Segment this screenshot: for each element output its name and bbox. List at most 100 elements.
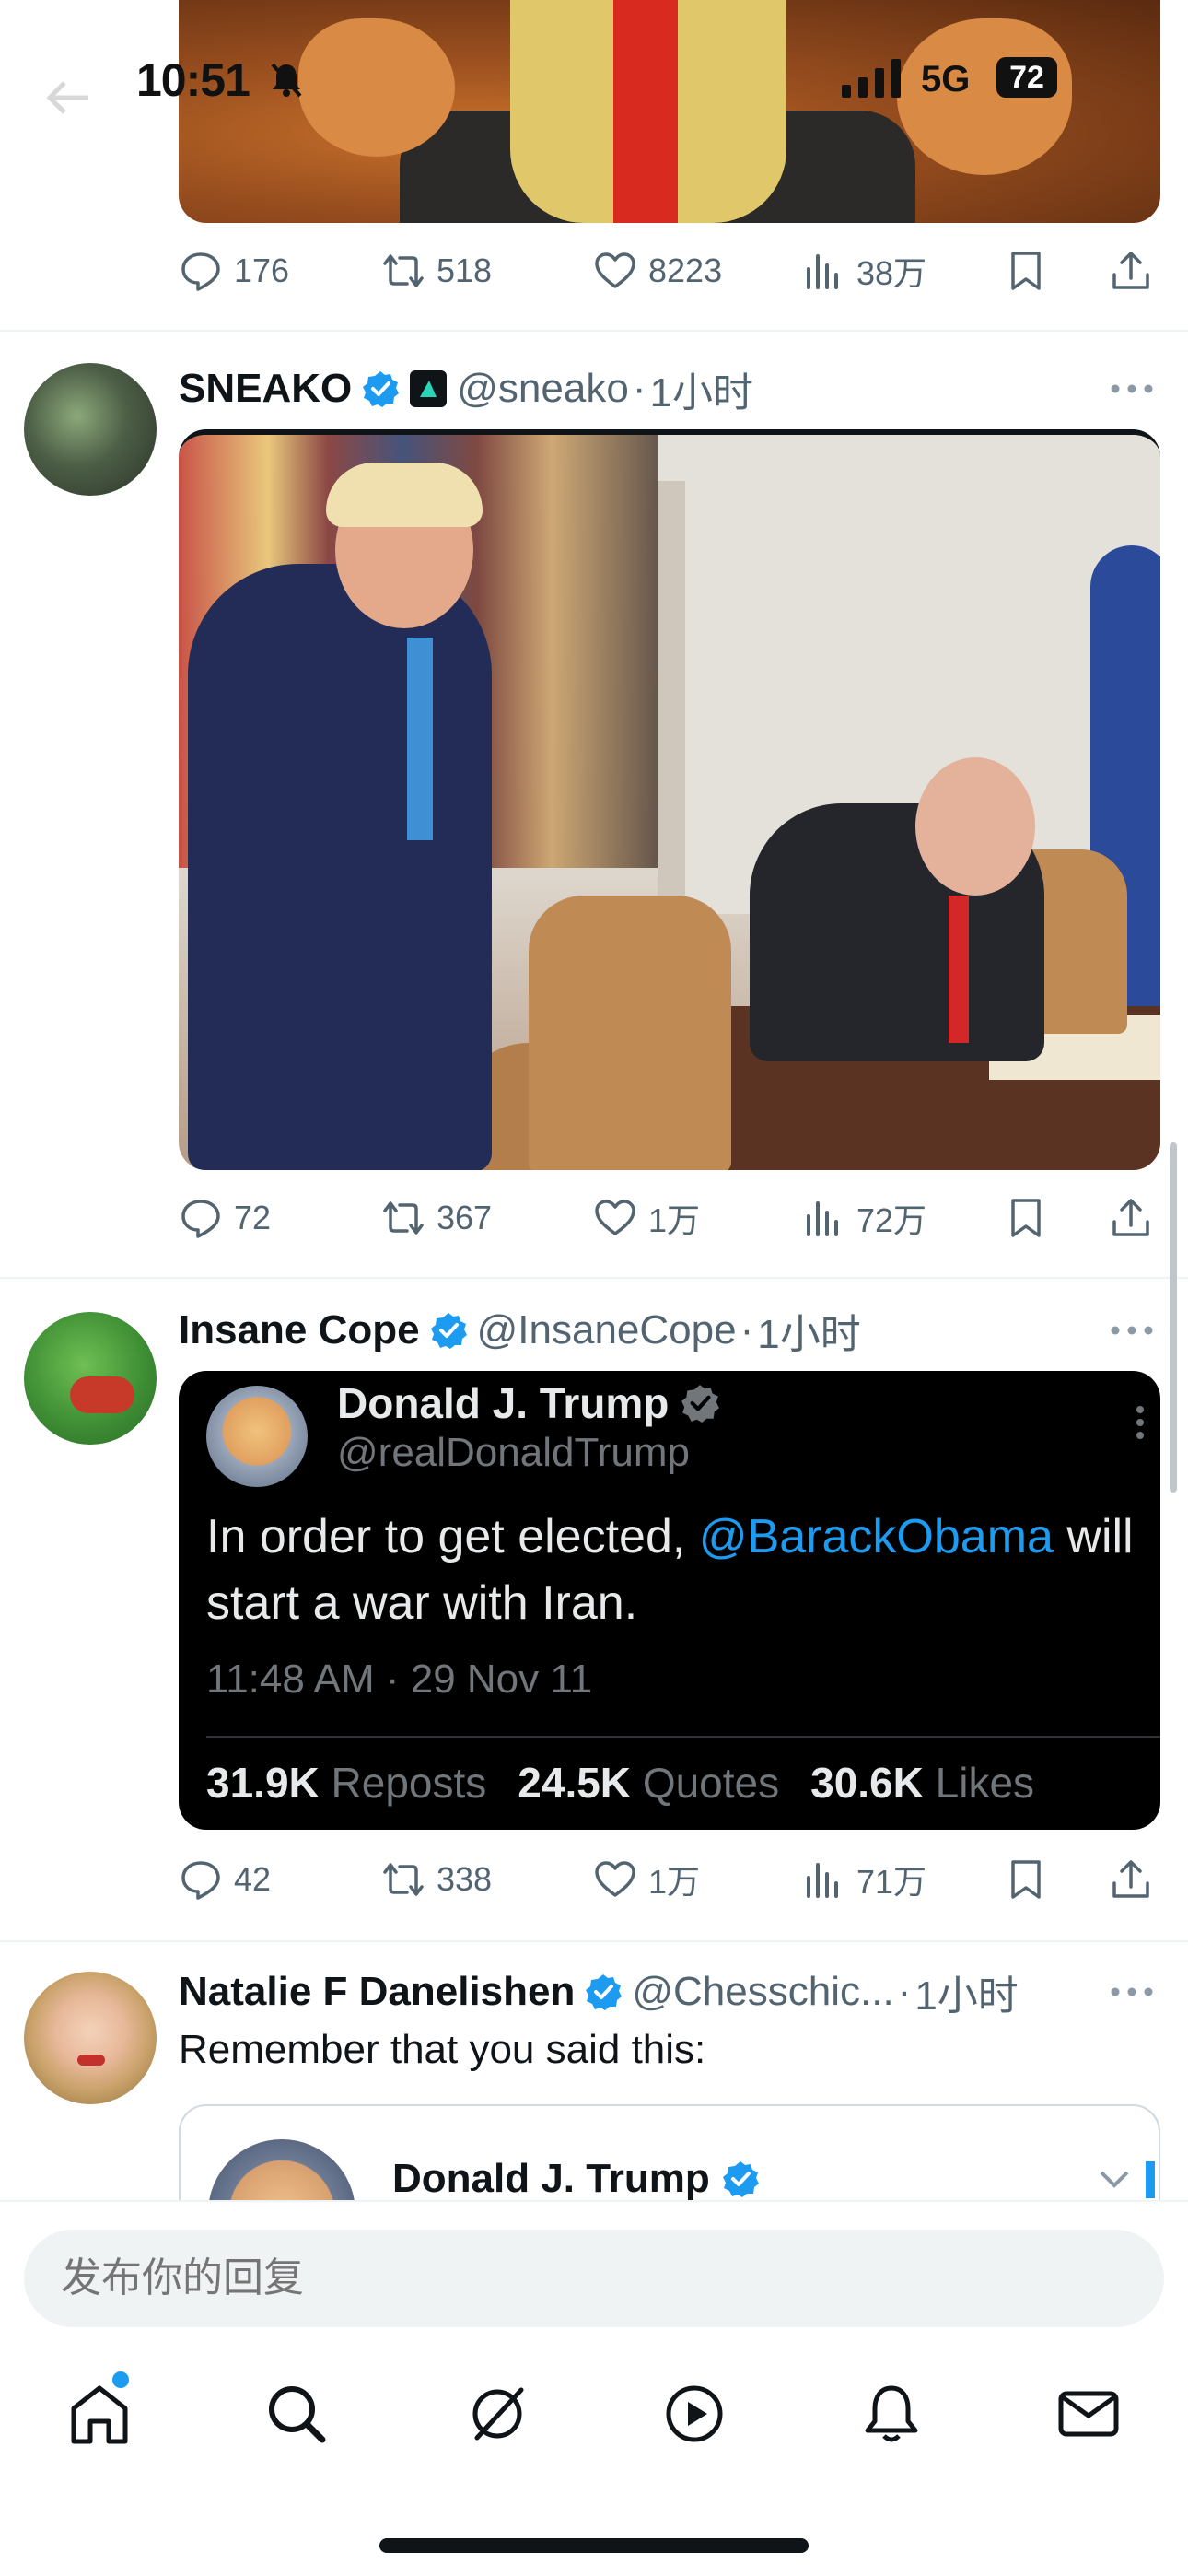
repost-count: 338 [437, 1860, 493, 1898]
reply-button[interactable]: 176 [179, 243, 289, 299]
grok-icon [472, 2387, 524, 2441]
back-arrow-icon[interactable] [44, 79, 90, 116]
share-button[interactable] [1109, 1190, 1153, 1246]
embedded-tweet-text: In order to get elected, @BarackObama wi… [206, 1510, 1134, 1630]
tweet-time[interactable]: 1小时 [914, 1962, 1018, 2021]
view-count: 72万 [856, 1201, 927, 1239]
like-count: 8223 [648, 252, 723, 289]
bookmark-button[interactable] [1004, 1190, 1048, 1246]
verified-badge-icon [681, 1385, 720, 1423]
view-count: 38万 [856, 254, 927, 292]
tab-grok[interactable] [460, 2377, 534, 2451]
repost-button[interactable]: 367 [381, 1190, 492, 1246]
network-type: 5G [921, 59, 971, 100]
avatar[interactable] [24, 1312, 157, 1445]
share-icon [1112, 1199, 1149, 1236]
video-icon [666, 2385, 723, 2442]
scrollbar[interactable] [1170, 1142, 1177, 1493]
chevron-down-icon [1100, 2171, 1129, 2188]
tweet-actions: 176 518 8223 38万 [179, 243, 1160, 299]
separator-dot: · [740, 1307, 754, 1352]
author-handle[interactable]: @sneako [457, 366, 629, 412]
tweet-actions: 42 338 1万 71万 [179, 1852, 1160, 1907]
embedded-divider [206, 1736, 1160, 1738]
bookmark-icon [1011, 1199, 1041, 1237]
like-button[interactable]: 8223 [593, 243, 722, 299]
more-options-icon[interactable] [1109, 380, 1155, 398]
repost-count: 518 [437, 252, 493, 289]
tweet-header: SNEAKO @sneako · 1小时 [179, 361, 753, 416]
author-name[interactable]: Insane Cope [179, 1307, 420, 1353]
author-handle[interactable]: @Chesschic... [632, 1969, 893, 2015]
like-count: 1万 [648, 1863, 701, 1901]
heart-icon [595, 1200, 635, 1235]
tweet-divider [0, 330, 1188, 332]
avatar[interactable] [24, 363, 157, 496]
views-button[interactable]: 71万 [801, 1852, 926, 1907]
reply-count: 176 [234, 252, 290, 289]
tab-notifications[interactable] [855, 2377, 928, 2451]
reply-count: 72 [234, 1199, 272, 1236]
like-button[interactable]: 1万 [593, 1190, 700, 1246]
tweet-header: Insane Cope @InsaneCope · 1小时 [179, 1303, 861, 1358]
author-name[interactable]: SNEAKO [179, 366, 352, 412]
status-time: 10:51 [136, 54, 250, 106]
more-options-icon[interactable] [1109, 1983, 1155, 2001]
tweet-divider [0, 1277, 1188, 1279]
views-chart-icon [807, 1863, 838, 1898]
share-button[interactable] [1109, 243, 1153, 299]
verified-badge-icon [363, 371, 400, 407]
mention-link: @BarackObama [698, 1510, 1054, 1563]
signal-icon [842, 59, 901, 98]
embedded-stats: 31.9K Reposts 24.5K Quotes 30.6K Likes [206, 1759, 1035, 1807]
reply-icon [181, 1861, 220, 1900]
tweet-media-image[interactable]: Donald J. Trump @realDonaldTrump In orde… [179, 1371, 1160, 1830]
tweet-time[interactable]: 1小时 [757, 1301, 860, 1360]
repost-count: 367 [437, 1199, 493, 1236]
search-icon [269, 2386, 326, 2443]
verified-badge-icon [430, 1313, 467, 1349]
tab-home[interactable] [63, 2377, 136, 2451]
reply-input[interactable] [24, 2230, 1164, 2327]
tab-messages[interactable] [1052, 2377, 1125, 2451]
battery-indicator: 72 [996, 57, 1057, 98]
avatar[interactable] [24, 1972, 157, 2104]
home-indicator[interactable] [379, 2538, 809, 2553]
author-handle[interactable]: @InsaneCope [477, 1307, 737, 1353]
share-button[interactable] [1109, 1852, 1153, 1907]
notifications-icon [865, 2385, 918, 2442]
separator-dot: · [632, 366, 646, 411]
bookmark-button[interactable] [1004, 243, 1048, 299]
embedded-author-handle: @realDonaldTrump [337, 1430, 690, 1475]
views-chart-icon [807, 1201, 838, 1236]
bookmark-icon [1011, 1860, 1041, 1899]
reply-icon [181, 1200, 220, 1238]
views-button[interactable]: 72万 [801, 1190, 926, 1246]
like-button[interactable]: 1万 [593, 1852, 700, 1907]
more-options-icon[interactable] [1109, 1321, 1155, 1340]
tweet-media-image[interactable] [179, 429, 1160, 1170]
tweet-header: Natalie F Danelishen @Chesschic... · 1小时 [179, 1964, 1019, 2020]
embedded-avatar [206, 1386, 308, 1487]
bottom-tab-bar [0, 2359, 1188, 2478]
bookmark-button[interactable] [1004, 1852, 1048, 1907]
repost-button[interactable]: 518 [381, 243, 492, 299]
tab-video[interactable] [658, 2377, 731, 2451]
reply-count: 42 [234, 1860, 272, 1898]
share-icon [1112, 252, 1149, 289]
more-options-icon [1136, 1406, 1144, 1439]
tweet-actions: 72 367 1万 72万 [179, 1190, 1160, 1246]
reply-button[interactable]: 42 [179, 1852, 271, 1907]
tweet-time[interactable]: 1小时 [649, 359, 752, 418]
repost-icon [383, 1201, 424, 1235]
tab-search[interactable] [260, 2377, 333, 2451]
repost-button[interactable]: 338 [381, 1852, 492, 1907]
reply-button[interactable]: 72 [179, 1190, 271, 1246]
author-name[interactable]: Natalie F Danelishen [179, 1969, 575, 2015]
heart-icon [595, 252, 635, 288]
status-bar: 10:51 5G 72 [0, 0, 1188, 157]
repost-icon [383, 1863, 424, 1896]
verified-badge-icon [722, 2161, 759, 2197]
affiliate-badge-icon [410, 370, 448, 407]
views-button[interactable]: 38万 [801, 243, 926, 299]
